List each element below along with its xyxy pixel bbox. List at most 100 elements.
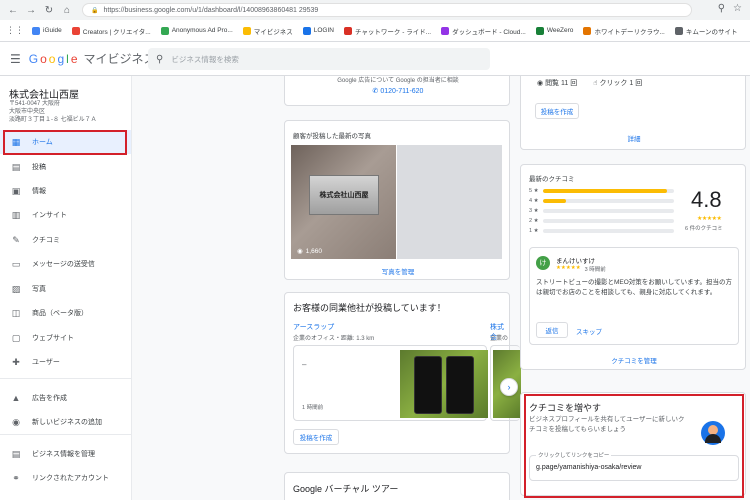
rating-bar-row: 5 ★ <box>529 187 674 195</box>
link-icon: ⚭ <box>12 472 20 483</box>
virtual-tour-card: Google バーチャル ツアー <box>284 472 510 500</box>
bookmark-favicon-icon <box>71 26 80 35</box>
photo-views: ◉ 1,660 <box>297 247 322 256</box>
sidebar-item-label: ウェブサイト <box>32 335 74 342</box>
increase-reviews-highlight-frame <box>524 394 744 498</box>
forward-icon[interactable]: → <box>24 3 38 17</box>
bookmark-item[interactable]: チャットワーク - ライド... <box>343 26 431 36</box>
manage-icon: ▤ <box>11 448 21 459</box>
sidebar-divider <box>0 378 131 379</box>
bookmark-item[interactable]: iGuide <box>32 26 62 36</box>
sidebar-item-info[interactable]: ▣ 情報 <box>0 179 131 203</box>
rating-score: 4.8 <box>691 187 722 212</box>
competitor-post[interactable]: – 1 時間前 <box>293 345 488 421</box>
bookmark-item[interactable]: LOGIN <box>302 26 334 36</box>
review-item: け まんけいすけ ★★★★★ 3 時間前 ストリートビューの撮影とMEO対策をお… <box>529 247 739 345</box>
sidebar-item-manage[interactable]: ▤ ビジネス情報を管理 <box>0 442 131 466</box>
rating-bar-row: 3 ★ <box>529 207 674 215</box>
sidebar-item-website[interactable]: ▢ ウェブサイト <box>0 326 131 350</box>
address-bar[interactable]: 🔒 https://business.google.com/u/1/dashbo… <box>82 3 692 17</box>
post-text: – <box>302 360 307 369</box>
search-input[interactable]: ⚲ ビジネス情報を検索 <box>148 48 490 70</box>
bookmark-item[interactable]: ホワイトデーリクラウ... <box>583 26 665 36</box>
eye-icon: ◉ <box>537 80 544 87</box>
sidebar-item-label: 広告を作成 <box>32 395 67 402</box>
bookmark-favicon-icon <box>242 26 251 35</box>
create-post-button[interactable]: 投稿を作成 <box>293 429 339 445</box>
manage-photos-link[interactable]: 写真を管理 <box>285 266 511 276</box>
bookmark-favicon-icon <box>583 26 592 35</box>
phone-icon: ✆ <box>372 88 379 95</box>
info-icon: ▣ <box>11 185 21 196</box>
avatar: け <box>536 256 550 270</box>
create-post-button[interactable]: 投稿を作成 <box>535 103 579 119</box>
phone-image <box>414 356 442 414</box>
manage-reviews-link[interactable]: クチコミを管理 <box>521 355 747 365</box>
competitor-name-link[interactable]: アースラップ <box>293 322 334 332</box>
reviewer-name: まんけいすけ <box>556 258 595 265</box>
menu-icon[interactable]: ☰ <box>10 52 21 66</box>
sidebar-item-reviews[interactable]: ✎ クチコミ <box>0 228 131 252</box>
sidebar-divider <box>0 434 131 435</box>
sidebar-item-posts[interactable]: ▤ 投稿 <box>0 155 131 179</box>
bookmark-item[interactable]: ダッシュボード - Cloud... <box>441 26 526 36</box>
rating-bar-fill <box>542 199 567 203</box>
chevron-right-icon[interactable]: › <box>500 378 518 396</box>
rating-bar <box>542 219 674 223</box>
sidebar-item-label: 写真 <box>32 286 46 293</box>
rating-stars: ★★★★★ <box>697 216 722 222</box>
home-browser-icon[interactable]: ⌂ <box>60 3 74 17</box>
main-content: Google 広告について Google の担当者に相談 ✆ 0120-711-… <box>132 76 750 500</box>
sidebar-item-link[interactable]: ⚭ リンクされたアカウント <box>0 466 131 490</box>
sidebar-item-add-location[interactable]: ◉ 新しいビジネスの追加 <box>0 410 131 434</box>
views-stat: ◉ 閲覧 11 回 <box>537 80 578 87</box>
review-stars: ★★★★★ <box>556 265 581 271</box>
search-placeholder: ビジネス情報を検索 <box>171 54 239 64</box>
photos-icon: ▨ <box>11 283 21 294</box>
pointer-icon: ☝ <box>593 80 598 87</box>
bookmark-item[interactable]: Anonymous Ad Pro... <box>160 26 233 36</box>
sidebar-item-ads[interactable]: ▲ 広告を作成 <box>0 386 131 410</box>
clicks-stat: ☝ クリック 1 回 <box>593 80 643 87</box>
users-icon: ✚ <box>12 356 20 367</box>
bookmark-favicon-icon <box>32 26 40 35</box>
home-highlight-frame <box>3 130 127 155</box>
sidebar-item-label: 商品（ベータ版） <box>32 310 88 317</box>
sidebar-item-photos[interactable]: ▨ 写真 <box>0 277 131 301</box>
bookmark-item[interactable]: マイビジネス <box>242 26 293 36</box>
app-header: ☰ Google マイビジネス ⚲ ビジネス情報を検索 <box>0 42 750 76</box>
reply-button[interactable]: 返信 <box>536 322 568 338</box>
customer-photo[interactable]: 株式会社山西屋 ◉ 1,660 <box>291 145 396 259</box>
sidebar-item-label: 新しいビジネスの追加 <box>32 419 102 426</box>
rating-bar <box>542 199 674 203</box>
sidebar-item-label: 情報 <box>32 188 46 195</box>
bookmark-item[interactable]: キムーンのサイト <box>674 26 738 36</box>
review-count: 6 件のクチコミ <box>685 226 723 232</box>
product-logo[interactable]: Google マイビジネス <box>29 50 156 67</box>
sidebar-item-products[interactable]: ◫ 商品（ベータ版） <box>0 301 131 325</box>
next-competitor-meta: 企業の <box>490 336 509 342</box>
details-link[interactable]: 詳細 <box>521 133 747 143</box>
bookmark-favicon-icon <box>674 26 683 35</box>
website-icon: ▢ <box>11 332 21 343</box>
bookmark-item[interactable]: WeeZero <box>535 26 573 36</box>
zoom-icon[interactable]: ⚲ <box>718 3 725 14</box>
rating-bar <box>542 189 674 193</box>
bookmark-item[interactable]: Creators | クリエイタ... <box>71 26 151 36</box>
ads-notice: Google 広告について Google の担当者に相談 <box>337 78 459 84</box>
bookmark-star-icon[interactable]: ☆ <box>733 3 742 14</box>
reload-icon[interactable]: ↻ <box>42 3 56 17</box>
sidebar-item-label: ビジネス情報を管理 <box>32 451 95 458</box>
sidebar-item-users[interactable]: ✚ ユーザー <box>0 350 131 374</box>
business-name: 株式会社山西屋 <box>9 90 79 101</box>
sidebar-item-insights[interactable]: ▥ インサイト <box>0 203 131 227</box>
bookmark-favicon-icon <box>302 26 311 35</box>
back-icon[interactable]: ← <box>6 3 20 17</box>
phone-image <box>446 356 474 414</box>
sidebar-item-messages[interactable]: ▭ メッセージの送受信 <box>0 252 131 276</box>
phone-link[interactable]: ✆ 0120-711-620 <box>285 87 511 95</box>
apps-icon[interactable]: ⋮⋮ <box>6 25 24 36</box>
customer-photos-card: 顧客が投稿した最新の写真 株式会社山西屋 ◉ 1,660 写真を管理 <box>284 120 510 280</box>
ads-icon: ▲ <box>11 393 21 403</box>
skip-button[interactable]: スキップ <box>576 326 602 336</box>
